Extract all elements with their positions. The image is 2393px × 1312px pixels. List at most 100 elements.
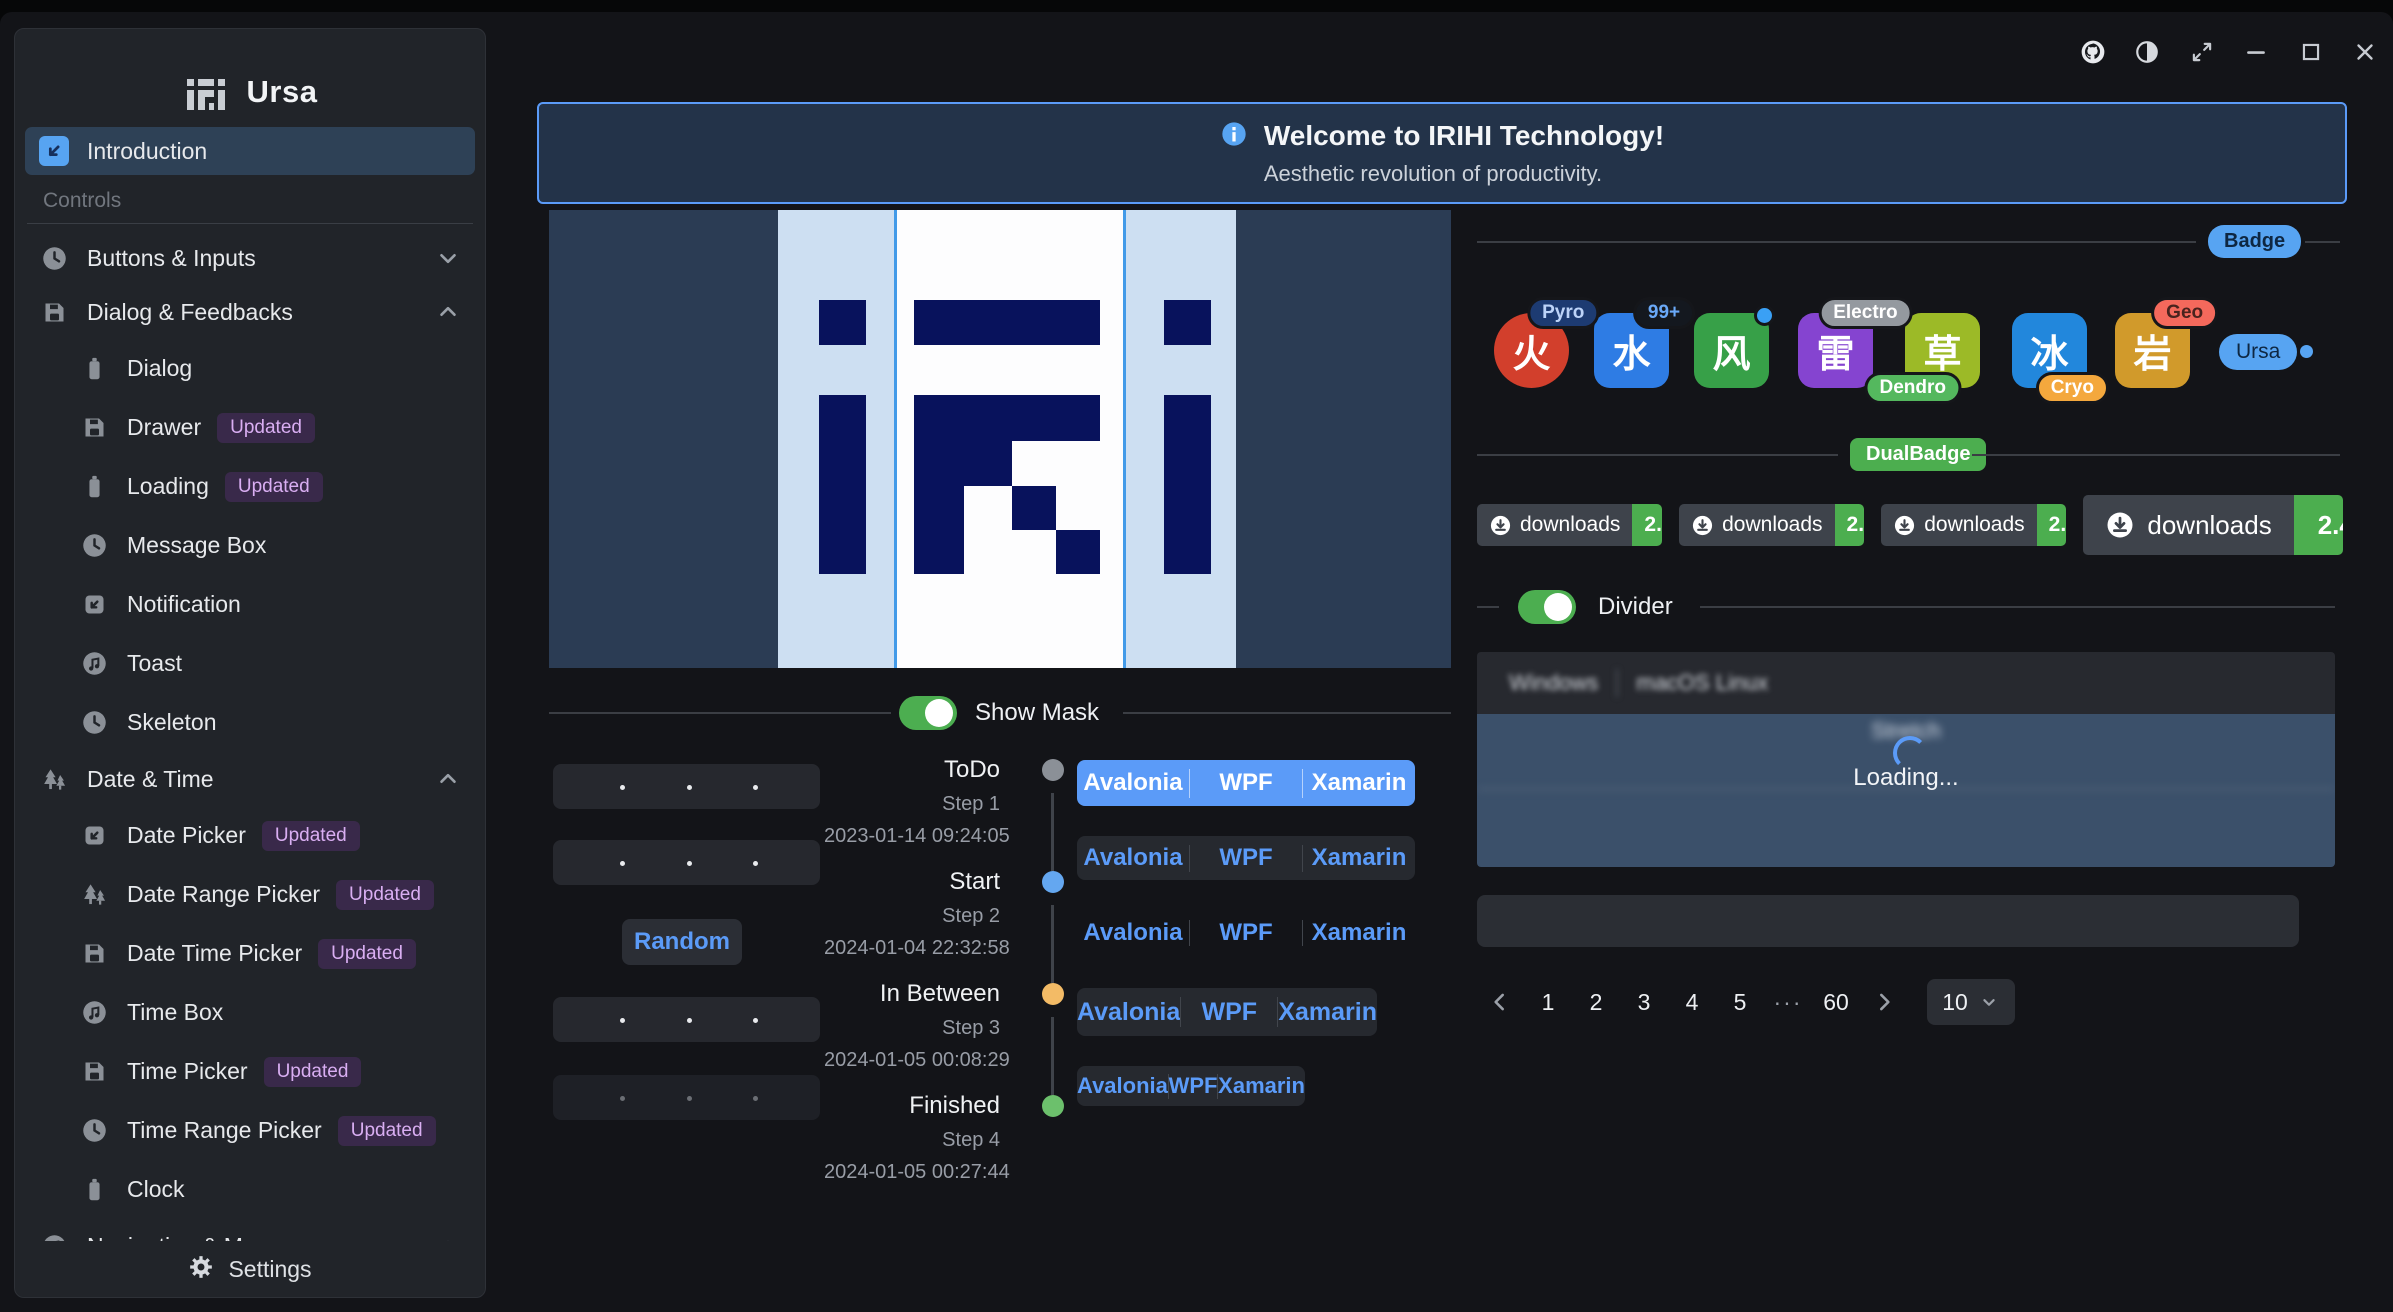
battery-icon [79,472,109,502]
minimize-icon[interactable] [2243,35,2271,69]
github-icon[interactable] [2079,35,2107,69]
group-button-wpf[interactable]: WPF [1181,998,1277,1027]
group-button-avalonia[interactable]: Avalonia [1077,1073,1168,1099]
badge-host-5: 草Dendro [1905,313,1980,388]
badge-host-2: 水99+ [1594,313,1669,388]
step-name: Start [824,868,1000,896]
arrow-square-icon [79,590,109,620]
fullscreen-icon[interactable] [2188,35,2216,69]
sidebar-item-message-box[interactable]: Message Box [25,517,475,574]
sidebar-item-date-picker[interactable]: Date PickerUpdated [25,807,475,864]
pagination-prev-icon[interactable] [1481,979,1519,1025]
badge-host-3: 风 [1694,313,1769,388]
sidebar-item-navigation-menus[interactable]: Navigation & Menus [25,1220,475,1241]
group-button-xamarin[interactable]: Xamarin [1278,998,1377,1027]
sidebar-item-label: Date Picker [127,822,246,849]
time-box-input[interactable] [553,840,820,885]
divider-toggle[interactable] [1518,590,1576,624]
dual-badge-label: downloads [1722,513,1822,537]
dual-badge-value: 2.4k [2294,495,2343,555]
group-button-xamarin[interactable]: Xamarin [1303,919,1415,947]
group-button-avalonia[interactable]: Avalonia [1077,919,1189,947]
sidebar-item-introduction[interactable]: Introduction [25,127,475,175]
sidebar-item-label: Date & Time [87,766,214,793]
button-group-filled-sm: AvaloniaWPFXamarin [1077,1066,1305,1106]
group-button-xamarin[interactable]: Xamarin [1303,844,1415,872]
time-box-input[interactable] [553,764,820,809]
pagination-page-5[interactable]: 5 [1721,979,1759,1025]
sidebar-item-notification[interactable]: Notification [25,576,475,633]
pagination-page-60[interactable]: 60 [1817,979,1855,1025]
corner-badge-Geo: Geo [2151,297,2218,329]
dual-badge-2: downloads2.4k [1679,504,1864,546]
sidebar-item-skeleton[interactable]: Skeleton [25,694,475,751]
group-button-wpf[interactable]: WPF [1169,1073,1218,1099]
clock-icon [79,531,109,561]
badge-host-glyph: 草 [1923,323,1961,378]
step-item-3: In BetweenStep 32024-01-05 00:08:29 [824,980,1074,1072]
group-button-wpf[interactable]: WPF [1190,919,1302,947]
sidebar-item-time-range-picker[interactable]: Time Range PickerUpdated [25,1102,475,1159]
sidebar-item-drawer[interactable]: DrawerUpdated [25,399,475,456]
step-connector-line [1051,793,1054,871]
show-mask-toggle[interactable] [899,696,957,730]
tab-windows[interactable]: Windows [1491,670,1616,696]
divider-line [1123,712,1451,714]
sidebar-item-dialog-feedbacks[interactable]: Dialog & Feedbacks [25,286,475,338]
page-size-select[interactable]: 10 [1927,979,2015,1025]
sidebar-group-label: Controls [43,189,485,213]
clock-icon [79,708,109,738]
group-button-wpf[interactable]: WPF [1190,844,1302,872]
time-box-input[interactable] [553,997,820,1042]
step-name: ToDo [824,756,1000,784]
sidebar-item-label: Navigation & Menus [87,1233,293,1242]
sidebar-item-date-time-picker[interactable]: Date Time PickerUpdated [25,925,475,982]
floppy-icon [39,297,69,327]
sidebar-item-label: Loading [127,473,209,500]
button-group-filled: AvaloniaWPFXamarin [1077,836,1415,880]
pagination-next-icon[interactable] [1865,979,1903,1025]
divider-line [2305,241,2340,243]
group-button-avalonia[interactable]: Avalonia [1077,844,1189,872]
sidebar-item-dialog[interactable]: Dialog [25,340,475,397]
sidebar-item-label: Drawer [127,414,201,441]
settings-button[interactable]: Settings [15,1241,485,1297]
pagination-page-4[interactable]: 4 [1673,979,1711,1025]
step-status-dot [1042,1095,1064,1117]
group-button-xamarin[interactable]: Xamarin [1218,1073,1305,1099]
sidebar-item-time-picker[interactable]: Time PickerUpdated [25,1043,475,1100]
download-icon [1489,514,1512,537]
pagination-page-1[interactable]: 1 [1529,979,1567,1025]
sidebar-menu: IntroductionControlsButtons & InputsDial… [15,125,485,1241]
maximize-icon[interactable] [2297,35,2325,69]
dual-badge-label: downloads [1520,513,1620,537]
corner-badge-Dendro: Dendro [1864,372,1961,404]
tab-macos-linux[interactable]: macOS Linux [1618,670,1786,696]
clock-icon [39,243,69,273]
random-button[interactable]: Random [622,919,742,965]
sidebar-item-toast[interactable]: Toast [25,635,475,692]
group-button-avalonia[interactable]: Avalonia [1077,998,1180,1027]
loading-card-body: Stretch Loading... [1477,714,2335,867]
loading-demo-card: WindowsmacOS Linux Stretch Loading... [1477,652,2335,867]
sidebar-item-buttons-inputs[interactable]: Buttons & Inputs [25,232,475,284]
sidebar-item-loading[interactable]: LoadingUpdated [25,458,475,515]
sidebar-item-clock[interactable]: Clock [25,1161,475,1218]
sidebar-item-time-box[interactable]: Time Box [25,984,475,1041]
floppy-icon [79,1057,109,1087]
empty-panel [1477,895,2299,947]
app-window: Ursa IntroductionControlsButtons & Input… [0,12,2393,1312]
theme-icon[interactable] [2134,35,2162,69]
sidebar-item-label: Time Box [127,999,223,1026]
pagination-page-2[interactable]: 2 [1577,979,1615,1025]
sidebar-item-date-range-picker[interactable]: Date Range PickerUpdated [25,866,475,923]
group-button-wpf[interactable]: WPF [1190,769,1302,797]
pagination-page-3[interactable]: 3 [1625,979,1663,1025]
step-date: 2024-01-04 22:32:58 [824,937,1000,960]
group-button-xamarin[interactable]: Xamarin [1303,769,1415,797]
group-button-avalonia[interactable]: Avalonia [1077,769,1189,797]
step-item-1: ToDoStep 12023-01-14 09:24:05 [824,756,1074,848]
dual-badge-1: downloads2.4k [1477,504,1662,546]
close-icon[interactable] [2352,35,2380,69]
sidebar-item-date-time[interactable]: Date & Time [25,753,475,805]
